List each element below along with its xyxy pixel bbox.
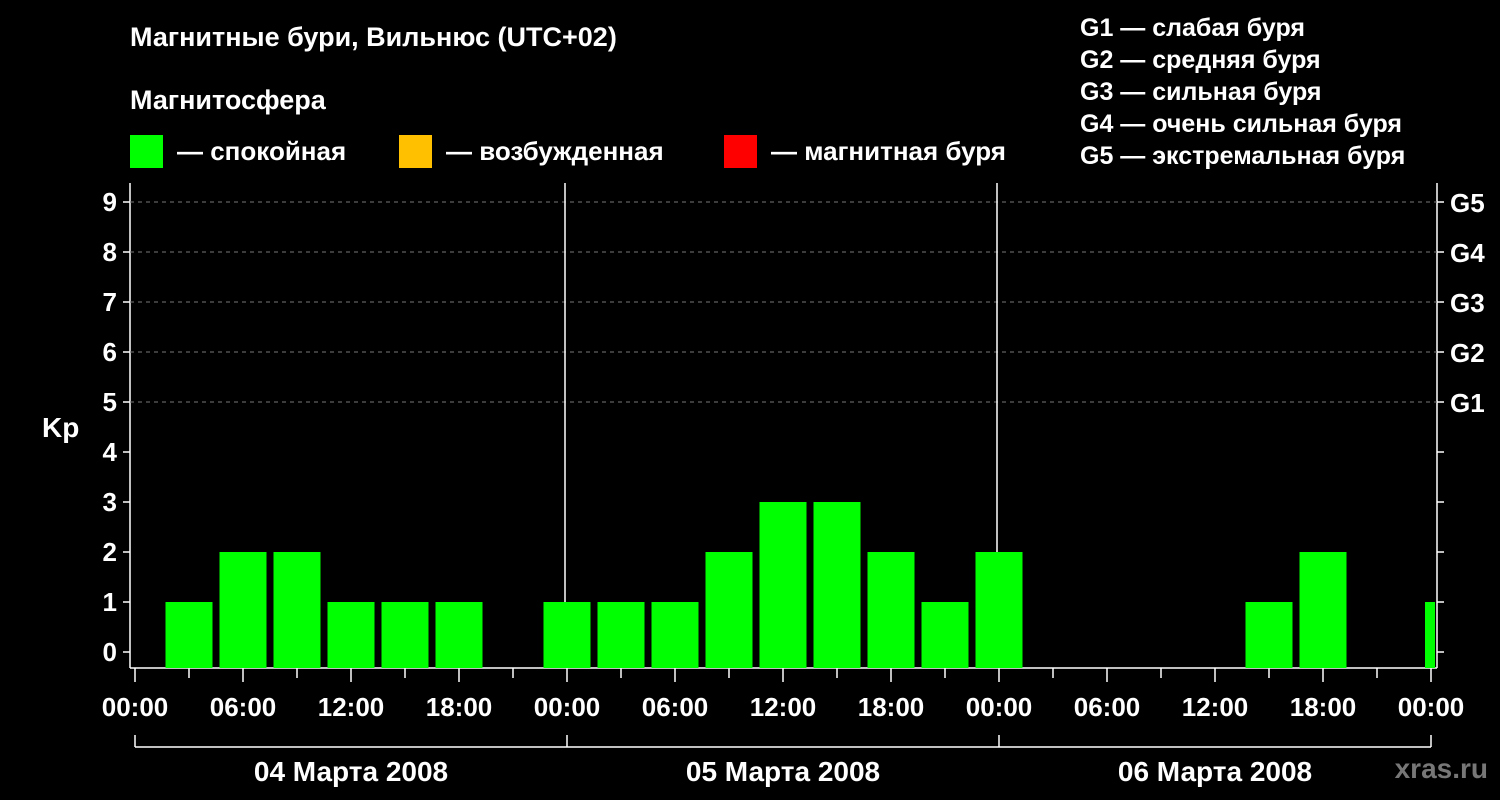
kp-bar bbox=[759, 502, 807, 668]
kp-bar bbox=[543, 602, 591, 668]
kp-bar bbox=[273, 552, 321, 668]
x-tick-label: 12:00 bbox=[1182, 692, 1249, 722]
kp-bar bbox=[327, 602, 375, 668]
g-tick-label: G2 bbox=[1450, 338, 1485, 368]
kp-bar bbox=[219, 552, 267, 668]
kp-bar bbox=[165, 602, 213, 668]
kp-bar bbox=[381, 602, 429, 668]
kp-bar bbox=[1425, 602, 1435, 668]
x-tick-label: 00:00 bbox=[534, 692, 601, 722]
kp-bar bbox=[1299, 552, 1347, 668]
y-tick-label: 3 bbox=[103, 487, 117, 517]
day-label: 06 Марта 2008 bbox=[1118, 756, 1312, 787]
x-tick-label: 18:00 bbox=[426, 692, 493, 722]
x-tick-label: 12:00 bbox=[318, 692, 385, 722]
x-tick-label: 00:00 bbox=[1398, 692, 1465, 722]
x-tick-label: 18:00 bbox=[858, 692, 925, 722]
kp-bar bbox=[921, 602, 969, 668]
kp-bar bbox=[705, 552, 753, 668]
kp-bar bbox=[435, 602, 483, 668]
x-tick-label: 06:00 bbox=[210, 692, 277, 722]
y-tick-label: 2 bbox=[103, 537, 117, 567]
x-tick-label: 06:00 bbox=[642, 692, 709, 722]
x-tick-label: 18:00 bbox=[1290, 692, 1357, 722]
y-tick-label: 7 bbox=[103, 287, 117, 317]
g-tick-label: G4 bbox=[1450, 238, 1485, 268]
y-axis-label: Kp bbox=[42, 412, 79, 443]
y-tick-label: 1 bbox=[103, 587, 117, 617]
y-tick-label: 0 bbox=[103, 637, 117, 667]
kp-bar bbox=[1245, 602, 1293, 668]
day-label: 04 Марта 2008 bbox=[254, 756, 448, 787]
kp-bar bbox=[975, 552, 1023, 668]
x-tick-label: 12:00 bbox=[750, 692, 817, 722]
x-tick-label: 00:00 bbox=[966, 692, 1033, 722]
g-tick-label: G1 bbox=[1450, 388, 1485, 418]
x-tick-label: 00:00 bbox=[102, 692, 169, 722]
g-tick-label: G3 bbox=[1450, 288, 1485, 318]
g-tick-label: G5 bbox=[1450, 188, 1485, 218]
kp-bar bbox=[651, 602, 699, 668]
y-tick-label: 9 bbox=[103, 187, 117, 217]
x-tick-label: 06:00 bbox=[1074, 692, 1141, 722]
y-tick-label: 4 bbox=[103, 437, 118, 467]
kp-bar bbox=[597, 602, 645, 668]
kp-chart: 0 1 2 3 4 5 6 7 8 9 G1 G2 G3 G4 G5 Kp 00:00 06:00 12:00 18:… bbox=[42, 183, 1485, 787]
kp-bar bbox=[867, 552, 915, 668]
day-label: 05 Марта 2008 bbox=[686, 756, 880, 787]
kp-bar bbox=[813, 502, 861, 668]
y-tick-label: 8 bbox=[103, 237, 117, 267]
y-tick-label: 6 bbox=[103, 337, 117, 367]
y-tick-label: 5 bbox=[103, 387, 117, 417]
watermark: xras.ru bbox=[1394, 753, 1488, 784]
